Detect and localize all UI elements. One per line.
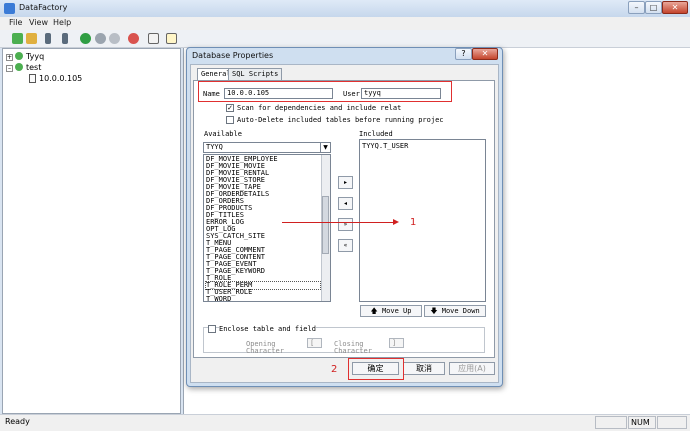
title-bar <box>0 0 690 17</box>
tree-item-test[interactable]: – test <box>6 63 41 72</box>
close-button[interactable]: ✕ <box>662 1 688 14</box>
schema-select[interactable]: TYYQ <box>203 142 331 153</box>
remove-all-button[interactable]: « <box>338 239 353 252</box>
help-icon[interactable] <box>166 33 177 44</box>
name-user-highlight <box>198 81 452 102</box>
menu-bar <box>0 17 690 30</box>
arrow-up-icon: 🡅 <box>370 307 378 315</box>
minimize-button[interactable]: – <box>628 1 645 14</box>
opening-char-field[interactable]: [ <box>307 338 322 348</box>
stop-icon[interactable] <box>109 33 120 44</box>
remove-button[interactable]: ◂ <box>338 197 353 210</box>
project-tree <box>2 48 181 414</box>
tree-item-label: 10.0.0.105 <box>39 74 83 83</box>
annotation-number-1: 1 <box>410 217 417 228</box>
chevron-down-icon[interactable]: ▼ <box>320 143 330 152</box>
scan-dependencies-label: Scan for dependencies and include relat <box>237 104 402 112</box>
annotation-arrowhead <box>393 219 399 225</box>
dialog-title: Database Properties <box>192 51 274 60</box>
menu-file[interactable]: File <box>9 18 22 27</box>
enclose-checkbox[interactable] <box>208 325 216 333</box>
run-icon[interactable] <box>80 33 91 44</box>
status-pane <box>595 416 627 429</box>
included-tables-list[interactable]: TYYQ.T_USER <box>359 139 486 302</box>
available-tables-list[interactable]: DF_MOVIE_EMPLOYEE DF_MOVIE_MOVIE DF_MOVIE_… <box>203 154 331 302</box>
move-up-label: Move Up <box>381 307 412 315</box>
closing-character-label: Character <box>334 347 372 355</box>
schedule-icon[interactable] <box>128 33 139 44</box>
move-down-button[interactable]: 🡇 Move Down <box>424 305 486 317</box>
included-table-item[interactable]: TYYQ.T_USER <box>362 143 408 150</box>
column-icon[interactable] <box>62 33 68 44</box>
move-down-label: Move Down <box>441 307 480 315</box>
status-text: Ready <box>5 417 30 426</box>
included-label: Included <box>359 130 393 138</box>
collapse-icon[interactable]: – <box>6 65 13 72</box>
table-icon[interactable] <box>45 33 51 44</box>
num-lock-indicator: NUM <box>628 416 656 429</box>
auto-delete-label: Auto-Delete included tables before runni… <box>237 116 444 124</box>
available-table-item[interactable]: T_WORD <box>206 296 231 302</box>
enclose-label: Enclose table and field <box>219 325 316 333</box>
add-all-button[interactable]: » <box>338 218 353 231</box>
add-button[interactable]: ▸ <box>338 176 353 189</box>
tab-sql-scripts[interactable]: SQL Scripts <box>228 68 283 80</box>
apply-button[interactable]: 应用(A) <box>449 362 495 375</box>
status-pane <box>657 416 687 429</box>
arrow-down-icon: 🡇 <box>430 307 438 315</box>
connect-icon[interactable] <box>12 33 23 44</box>
dialog-close-button[interactable]: ✕ <box>472 48 498 60</box>
server-icon <box>29 74 36 83</box>
annotation-arrow <box>282 222 397 223</box>
tree-item-host[interactable]: 10.0.0.105 <box>29 74 82 83</box>
database-icon <box>15 63 23 71</box>
expand-icon[interactable]: + <box>6 54 13 61</box>
opening-character-label: Character <box>246 347 284 355</box>
scan-dependencies-checkbox[interactable]: ✓ <box>226 104 234 112</box>
properties-icon[interactable] <box>148 33 159 44</box>
tree-item-label: Tyyq <box>26 52 45 61</box>
dialog-help-button[interactable]: ? <box>455 48 472 60</box>
maximize-button[interactable]: □ <box>645 1 662 14</box>
move-up-button[interactable]: 🡅 Move Up <box>360 305 422 317</box>
annotation-number-2: 2 <box>331 364 338 375</box>
tree-item-tyyq[interactable]: + Tyyq <box>6 52 44 61</box>
scrollbar-thumb[interactable] <box>322 196 329 254</box>
available-label: Available <box>204 130 242 138</box>
menu-help[interactable]: Help <box>53 18 71 27</box>
app-icon <box>4 3 15 14</box>
auto-delete-checkbox[interactable] <box>226 116 234 124</box>
pause-icon[interactable] <box>95 33 106 44</box>
window-title: DataFactory <box>19 3 68 12</box>
database-icon <box>15 52 23 60</box>
ok-button-highlight <box>348 358 404 380</box>
status-bar <box>0 414 690 431</box>
menu-view[interactable]: View <box>29 18 48 27</box>
closing-char-field[interactable]: ] <box>389 338 404 348</box>
cancel-button[interactable]: 取消 <box>403 362 445 375</box>
tree-item-label: test <box>26 63 42 72</box>
open-folder-icon[interactable] <box>26 33 37 44</box>
